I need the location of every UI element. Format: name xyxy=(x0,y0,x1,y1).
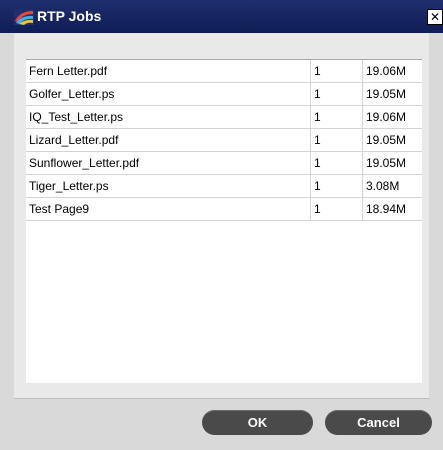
rtp-jobs-dialog: RTP Jobs ✕ Fern Letter.pdf 1 19.06M Golfer_… xyxy=(0,0,443,450)
ok-button[interactable]: OK xyxy=(202,410,313,435)
cancel-button[interactable]: Cancel xyxy=(325,410,432,435)
job-copies: 1 xyxy=(314,202,321,216)
table-row[interactable]: Sunflower_Letter.pdf 1 19.05M xyxy=(26,152,422,175)
job-copies-cell: 1 xyxy=(311,83,363,106)
job-copies: 1 xyxy=(314,64,321,78)
job-copies: 1 xyxy=(314,110,321,124)
table-row[interactable]: Test Page9 1 18.94M xyxy=(26,198,422,221)
app-logo-icon xyxy=(14,9,34,25)
job-size: 18.94M xyxy=(363,198,422,221)
jobs-list[interactable]: Fern Letter.pdf 1 19.06M Golfer_Letter.ps 1 1… xyxy=(26,59,422,383)
job-copies: 1 xyxy=(314,133,321,147)
job-copies: 1 xyxy=(314,156,321,170)
job-name: Golfer_Letter.ps xyxy=(26,83,311,106)
job-size: 19.06M xyxy=(363,106,422,129)
job-size: 19.06M xyxy=(363,60,422,83)
job-size: 19.05M xyxy=(363,83,422,106)
job-name: Lizard_Letter.pdf xyxy=(26,129,311,152)
divider xyxy=(14,398,429,399)
job-copies-cell: 1 xyxy=(311,175,363,198)
job-copies-cell: 1 xyxy=(311,152,363,175)
job-size: 3.08M xyxy=(363,175,422,198)
table-row[interactable]: Tiger_Letter.ps 1 3.08M xyxy=(26,175,422,198)
job-copies: 1 xyxy=(314,179,321,193)
job-copies-cell: 1 xyxy=(311,198,363,221)
table-row[interactable]: Golfer_Letter.ps 1 19.05M xyxy=(26,83,422,106)
job-name: Tiger_Letter.ps xyxy=(26,175,311,198)
job-name: Sunflower_Letter.pdf xyxy=(26,152,311,175)
table-row[interactable]: IQ_Test_Letter.ps 1 19.06M xyxy=(26,106,422,129)
job-name: Test Page9 xyxy=(26,198,311,221)
title-bar[interactable]: RTP Jobs ✕ xyxy=(0,0,443,33)
job-copies-cell: 1 xyxy=(311,106,363,129)
job-name: Fern Letter.pdf xyxy=(26,60,311,83)
job-copies: 1 xyxy=(314,87,321,101)
table-row[interactable]: Lizard_Letter.pdf 1 19.05M xyxy=(26,129,422,152)
window-title: RTP Jobs xyxy=(37,8,102,24)
job-name: IQ_Test_Letter.ps xyxy=(26,106,311,129)
job-size: 19.05M xyxy=(363,129,422,152)
job-copies-cell: 1 xyxy=(311,129,363,152)
job-copies-cell: 1 xyxy=(311,60,363,83)
table-row[interactable]: Fern Letter.pdf 1 19.06M xyxy=(26,60,422,83)
job-size: 19.05M xyxy=(363,152,422,175)
close-icon[interactable]: ✕ xyxy=(427,9,443,25)
